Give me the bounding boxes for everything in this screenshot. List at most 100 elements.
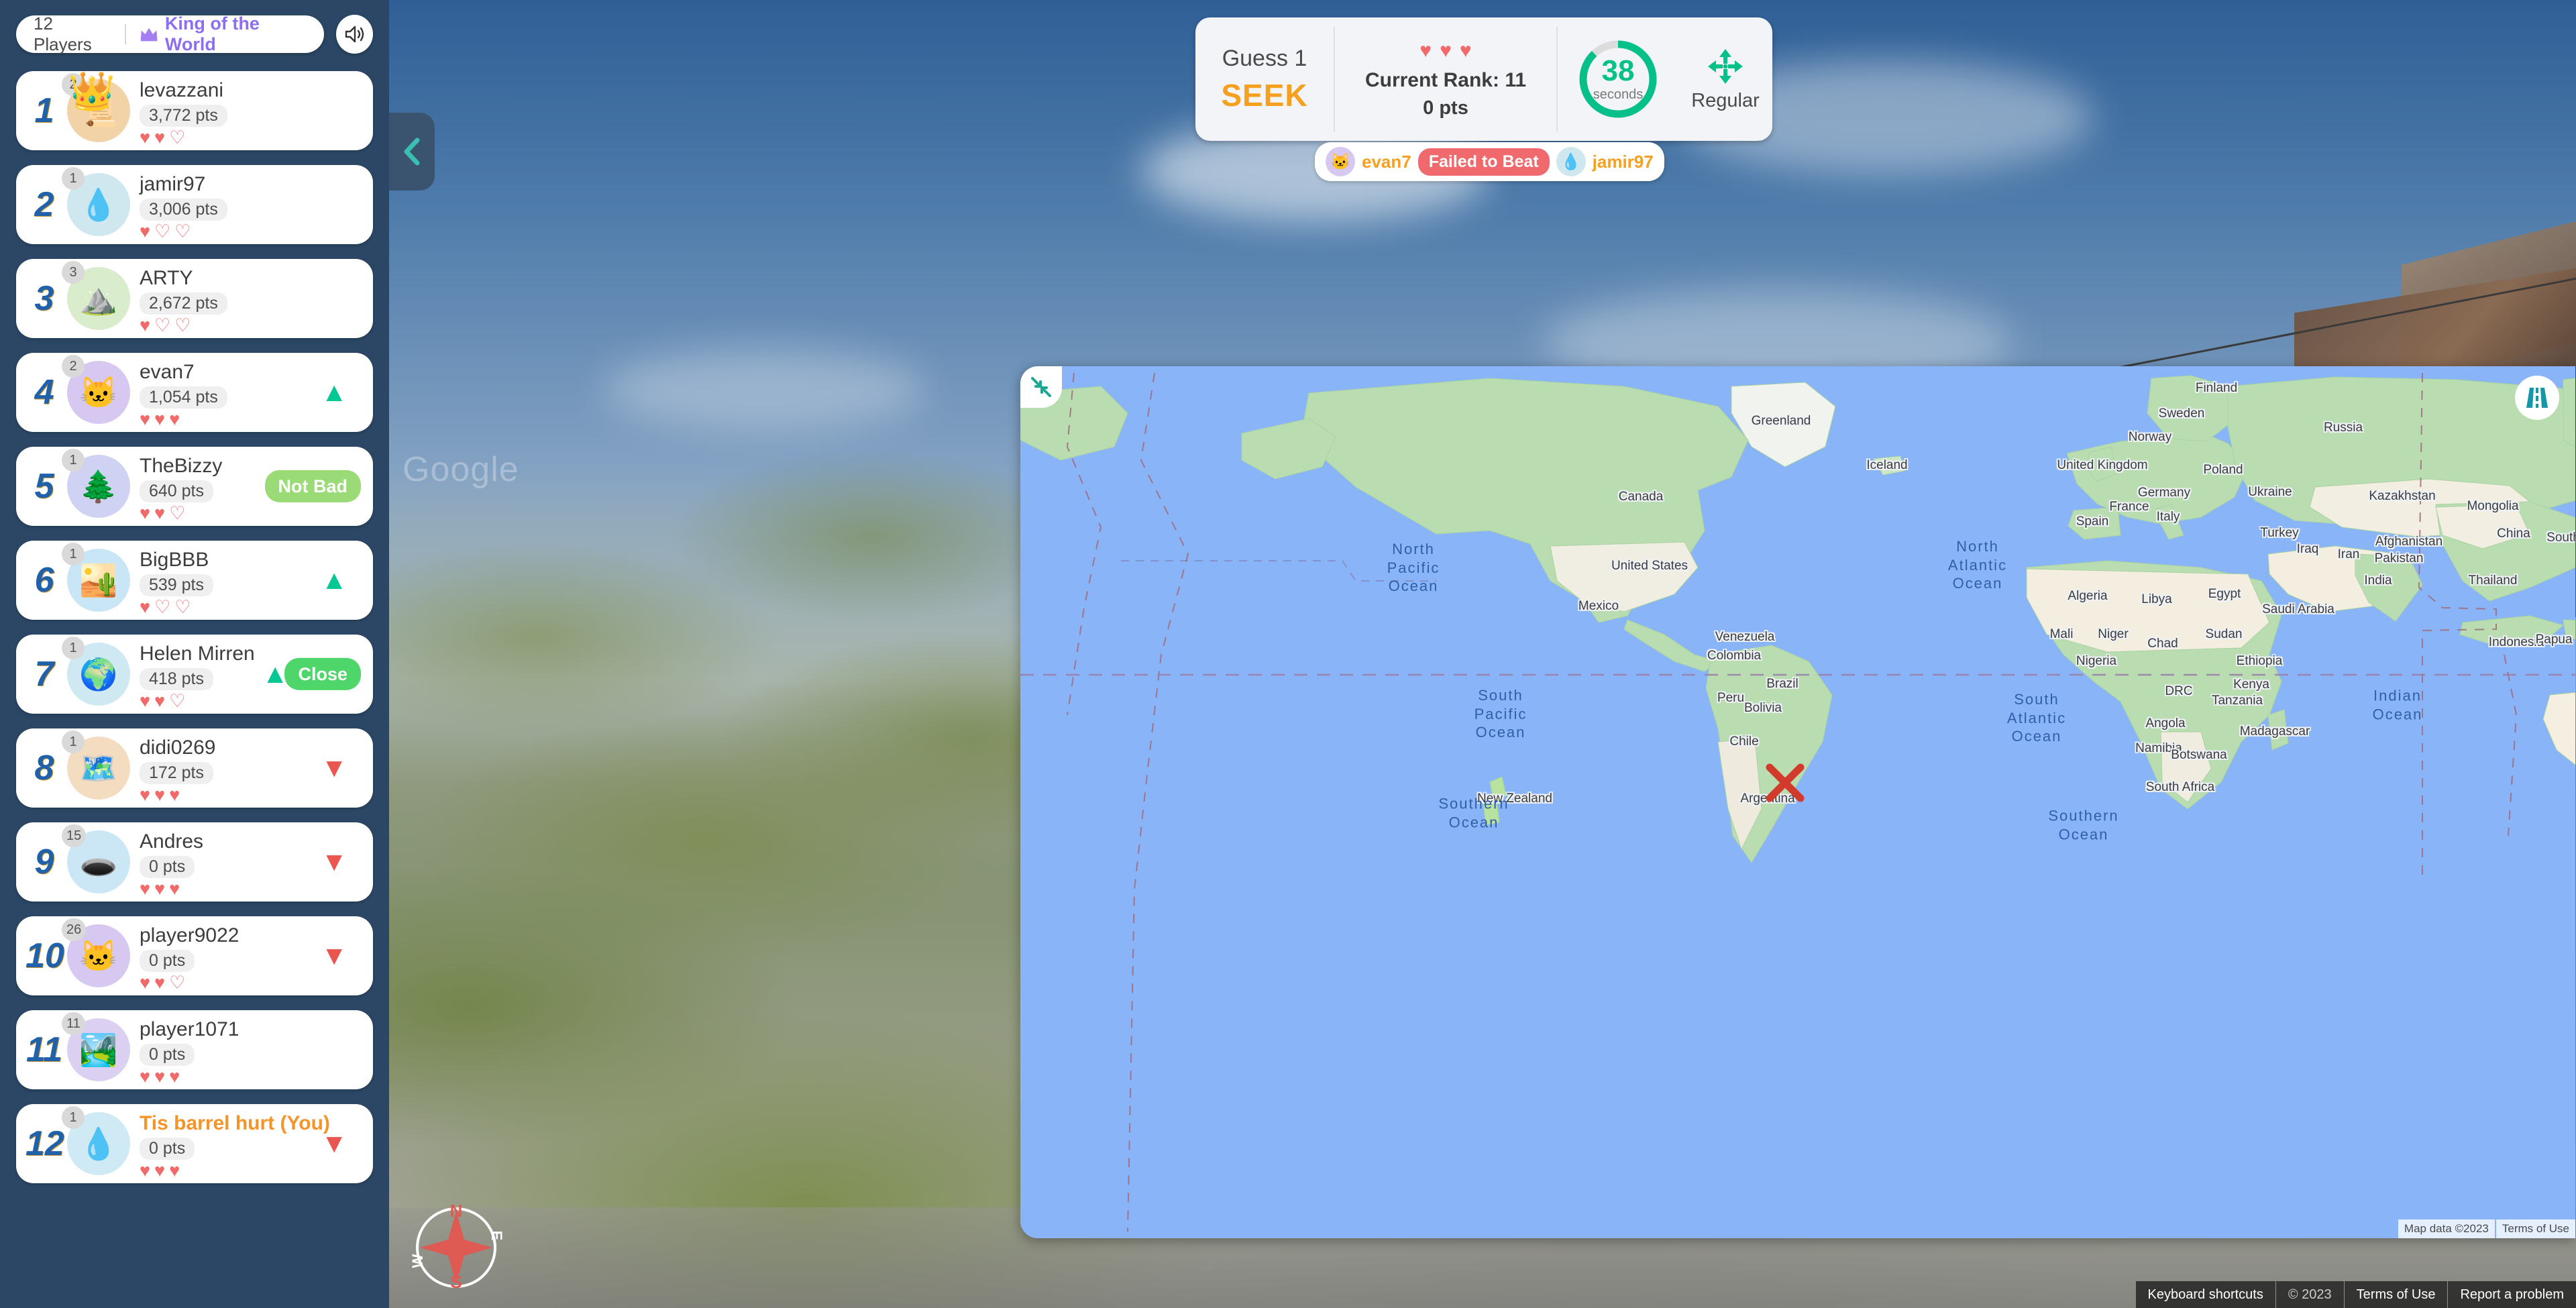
avatar: 1 🌲 [62, 449, 133, 521]
player-row[interactable]: 5 1 🌲 TheBizzy 640 pts ♥♥♡ ▲Not Bad [16, 447, 373, 526]
report-problem-link[interactable]: Report a problem [2447, 1281, 2576, 1308]
map-terms-of-use[interactable]: Terms of Use [2496, 1219, 2575, 1238]
player-lives: ♥ ♥ ♡ [140, 127, 373, 148]
players-pill: 12 Players King of the World [16, 13, 325, 55]
player-info: ARTY 2,672 pts ♥ ♡ ♡ [140, 263, 373, 335]
heart-icon: ♥ [140, 221, 151, 241]
google-bottom-bar: Keyboard shortcuts © 2023 Terms of Use R… [2135, 1281, 2576, 1308]
player-rank: 2 [34, 185, 54, 224]
player-rank: 7 [34, 655, 54, 694]
heart-icon: ♥ [154, 690, 166, 711]
heart-icon: ♥ [154, 972, 166, 993]
heart-icon: ♡ [169, 502, 186, 523]
heart-icon: ♥ [154, 127, 166, 148]
map-road-layer-button[interactable] [2515, 376, 2559, 420]
beat-status-bar: 🐱 evan7 Failed to Beat 💧 jamir97 [1315, 142, 1664, 181]
power-line [1999, 221, 2576, 369]
player-lives: ♥ ♡ ♡ [140, 598, 373, 616]
player-level: 1 [62, 730, 85, 753]
movement-mode-label: Regular [1691, 89, 1760, 111]
player-row[interactable]: 8 1 🗺️ didi0269 172 pts ♥ ♥ ♥ ▼ [16, 728, 373, 808]
player-row[interactable]: 2 1 💧 jamir97 3,006 pts ♥ ♡ ♡ [16, 165, 373, 244]
player-row[interactable]: 4 2 🐱 evan7 1,054 pts ♥ ♥ ♥ ▲ [16, 353, 373, 432]
player-level: 2 [62, 355, 85, 378]
timer-readout: 38 seconds [1576, 38, 1660, 121]
cloud [604, 349, 926, 429]
avatar: 26 🐱 [62, 918, 133, 991]
hud-timer-cell: 38 seconds [1558, 17, 1678, 141]
game-mode-label: King of the World [140, 13, 307, 55]
timer-seconds-value: 38 [1601, 54, 1635, 87]
svg-text:N: N [450, 1201, 463, 1221]
avatar: 2 📜 👑 [62, 70, 133, 146]
game-hud: Guess 1 SEEK ♥ ♥ ♥ Current Rank: 11 0 pts … [1195, 17, 1772, 141]
heart-icon: ♥ [169, 784, 180, 805]
player-name: player1071 [140, 1018, 239, 1040]
heart-icon: ♥ [140, 127, 151, 148]
sidebar-collapse-button[interactable] [389, 113, 435, 190]
player-rank: 12 [25, 1124, 64, 1163]
keyboard-shortcuts-link[interactable]: Keyboard shortcuts [2136, 1281, 2275, 1308]
result-tag: Close [284, 657, 361, 691]
hud-guess-cell: Guess 1 SEEK [1195, 17, 1334, 141]
terms-of-use-link[interactable]: Terms of Use [2343, 1281, 2448, 1308]
player-level: 1 [62, 637, 85, 659]
heart-icon: ♡ [154, 221, 171, 241]
heart-icon: ♥ [140, 972, 151, 993]
heart-icon: ♥ [169, 1160, 180, 1181]
player-level: 26 [62, 918, 87, 941]
player-points: 1,054 pts [140, 386, 227, 408]
heart-icon: ♥ [140, 878, 151, 899]
player-level: 1 [62, 449, 85, 472]
player-lives: ♥ ♥ ♥ [140, 1066, 373, 1087]
world-map[interactable]: Greenland Iceland Canada United States Mexic… [1020, 366, 2575, 1238]
heart-icon: ♥ [140, 596, 151, 617]
heart-icon: ♥ [140, 408, 151, 429]
player-points: 3,006 pts [140, 198, 227, 221]
avatar: 1 🏜️ [62, 543, 133, 615]
player-row[interactable]: 3 3 ⛰️ ARTY 2,672 pts ♥ ♡ ♡ [16, 259, 373, 338]
player-level: 1 [62, 167, 85, 190]
player-name: ARTY [140, 266, 193, 289]
map-collapse-button[interactable] [1020, 366, 1062, 408]
divider [124, 24, 126, 44]
hud-rank-cell: ♥ ♥ ♥ Current Rank: 11 0 pts [1335, 17, 1556, 141]
player-row[interactable]: 12 1 💧 Tis barrel hurt (You) 0 pts ♥ ♥ ♥ ▼ [16, 1104, 373, 1183]
crown-icon: 👑 [68, 70, 115, 112]
avatar: 1 🗺️ [62, 730, 133, 803]
player-row[interactable]: 11 11 🏞️ player1071 0 pts ♥ ♥ ♥ [16, 1010, 373, 1089]
heart-icon: ♥ [140, 1066, 151, 1087]
player-row[interactable]: 1 2 📜 👑 levazzani 3,772 pts ♥ ♥ ♡ [16, 70, 373, 150]
guess-label: Guess 1 [1222, 45, 1307, 71]
player-rank: 5 [34, 467, 54, 506]
game-mode-badge: SEEK [1221, 77, 1308, 113]
avatar: 💧 [1556, 147, 1586, 176]
heart-icon: ♡ [174, 221, 191, 241]
timer-ring: 38 seconds [1576, 38, 1660, 121]
game-mode-text: King of the World [164, 13, 260, 54]
hud-lives: ♥ ♥ ♥ [1419, 40, 1471, 62]
player-name: levazzani [140, 78, 224, 101]
avatar: 3 ⛰️ [62, 261, 133, 333]
player-row[interactable]: 10 26 🐱 player9022 0 pts ♥ ♥ ♡ ▼ [16, 916, 373, 995]
player-row[interactable]: 6 1 🏜️ BigBBB 539 pts ♥ ♡ ♡ ▲ [16, 541, 373, 620]
beat-left-player: evan7 [1362, 151, 1411, 172]
player-lives: ♥ ♡ ♡ [140, 316, 373, 335]
heart-icon: ♥ [140, 1160, 151, 1181]
road-icon [2526, 388, 2548, 408]
player-lives: ♥ ♥ ♥ [140, 784, 373, 805]
player-row[interactable]: 7 1 🌍 Helen Mirren 418 pts ♥ ♥ ♡ ▲ Close [16, 635, 373, 714]
players-count: 12 Players [34, 13, 92, 54]
heart-icon: ♡ [154, 596, 171, 617]
google-watermark: Google [402, 450, 519, 489]
player-rank: 10 [25, 936, 64, 975]
avatar: 1 💧 [62, 1106, 133, 1179]
heart-icon: ♥ [154, 784, 166, 805]
heart-icon: ♡ [174, 596, 191, 617]
player-points: 640 pts [140, 480, 214, 502]
player-row[interactable]: 9 15 🕳️ Andres 0 pts ♥ ♥ ♥ ▼ [16, 822, 373, 902]
sound-toggle-button[interactable] [336, 15, 373, 54]
player-lives: ♥ ♥ ♡ [140, 692, 373, 710]
heart-icon: ♥ [140, 502, 151, 523]
compass-icon[interactable]: N S E W [402, 1194, 510, 1301]
